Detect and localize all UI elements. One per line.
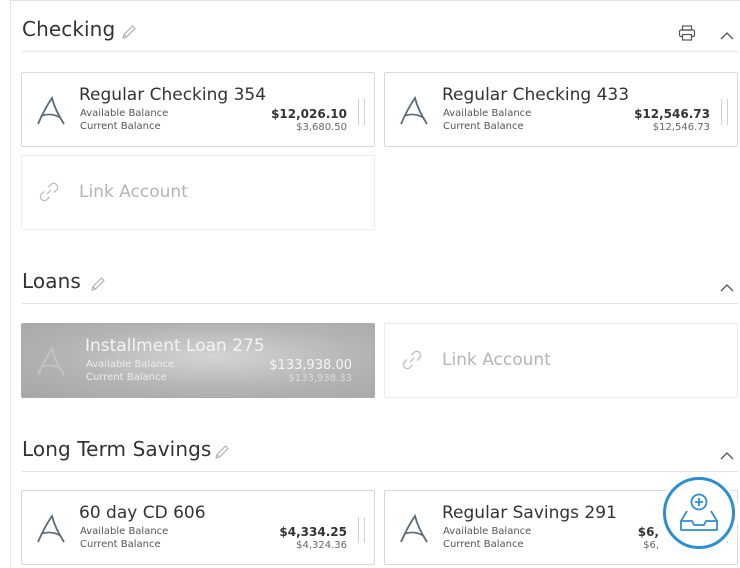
account-card-60-day-cd-606[interactable]: 60 day CD 606 Available Balance Current … [21,490,375,565]
account-name: Regular Checking 354 [79,85,267,105]
section-header-checking: Checking [22,16,738,52]
account-card-regular-checking-433[interactable]: Regular Checking 433 Available Balance C… [384,72,738,147]
inbox-add-icon [680,493,718,531]
printer-icon[interactable] [678,25,696,41]
chevron-up-icon[interactable] [720,283,734,293]
account-card-installment-loan-275[interactable]: Installment Loan 275 Available Balance C… [21,323,375,398]
link-account-card-checking[interactable]: Link Account [21,155,375,230]
account-name: Installment Loan 275 [85,336,265,356]
current-balance-label: Current Balance [443,121,524,132]
available-balance-value: $12,546.73 [634,107,710,121]
bank-a-logo-icon [400,96,428,125]
bank-a-logo-icon [37,514,65,543]
available-balance-label: Available Balance [443,526,532,537]
current-balance-value: $3,680.50 [296,122,347,133]
available-balance-value: $6, [637,525,659,539]
section-title-long-term-savings: Long Term Savings [22,437,212,461]
drag-handle[interactable] [358,517,365,543]
account-name: 60 day CD 606 [79,503,206,523]
chevron-up-icon[interactable] [720,451,734,461]
link-account-card-loans[interactable]: Link Account [384,323,738,398]
chain-link-icon [402,350,422,370]
link-account-label: Link Account [442,350,551,370]
available-balance-value: $12,026.10 [271,107,347,121]
pencil-icon[interactable] [121,24,137,40]
available-balance-label: Available Balance [443,108,532,119]
current-balance-value: $6, [643,540,659,551]
available-balance-label: Available Balance [86,359,175,370]
account-name: Regular Savings 291 [442,503,617,523]
chevron-up-icon[interactable] [720,31,734,41]
drag-handle[interactable] [358,99,365,125]
section-title-loans: Loans [22,269,81,293]
pencil-icon[interactable] [90,276,106,292]
drag-handle[interactable] [721,99,728,125]
bank-a-logo-icon [37,347,65,376]
account-card-regular-checking-354[interactable]: Regular Checking 354 Available Balance C… [21,72,375,147]
available-balance-value: $133,938.00 [269,358,352,373]
available-balance-label: Available Balance [80,526,169,537]
current-balance-value: $133,938.33 [288,373,352,384]
bank-a-logo-icon [37,96,65,125]
current-balance-label: Current Balance [80,121,161,132]
current-balance-value: $4,324.36 [296,540,347,551]
current-balance-label: Current Balance [80,539,161,550]
current-balance-value: $12,546.73 [652,122,710,133]
account-name: Regular Checking 433 [442,85,630,105]
section-header-loans: Loans [22,268,738,304]
section-header-long-term-savings: Long Term Savings [22,436,738,472]
bank-a-logo-icon [400,514,428,543]
section-title-checking: Checking [22,17,116,41]
current-balance-label: Current Balance [443,539,524,550]
available-balance-value: $4,334.25 [279,525,347,539]
current-balance-label: Current Balance [86,372,167,383]
panel-top-border [10,0,740,1]
link-account-label: Link Account [79,182,188,202]
panel-left-border [10,0,11,568]
pencil-icon[interactable] [214,444,230,460]
available-balance-label: Available Balance [80,108,169,119]
chain-link-icon [39,182,59,202]
add-to-inbox-fab-button[interactable] [663,477,735,549]
